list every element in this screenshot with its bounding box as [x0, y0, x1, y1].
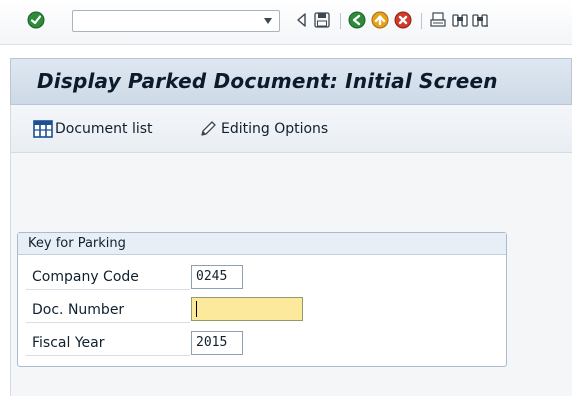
- fiscal-year-field[interactable]: 2015: [191, 331, 243, 355]
- group-title: Key for Parking: [18, 233, 506, 255]
- title-bar: Display Parked Document: Initial Screen: [10, 58, 572, 105]
- doc-number-label: Doc. Number: [26, 299, 190, 323]
- editing-options-label: Editing Options: [221, 121, 329, 137]
- find-next-icon[interactable]: [470, 10, 490, 30]
- sap-window: Display Parked Document: Initial Screen …: [0, 0, 572, 396]
- key-for-parking-group: Key for Parking Company Code 0245 Doc. N…: [17, 232, 507, 367]
- save-icon[interactable]: [312, 10, 332, 30]
- table-icon: [33, 120, 55, 138]
- fiscal-year-label: Fiscal Year: [26, 332, 190, 356]
- exit-icon[interactable]: [370, 10, 390, 30]
- toolbar-separator: [340, 13, 341, 29]
- application-toolbar: Document list Editing Options: [10, 105, 572, 153]
- toolbar-separator: [421, 13, 422, 29]
- back-nav-icon[interactable]: [347, 10, 367, 30]
- enter-icon[interactable]: [26, 10, 46, 30]
- chevron-down-icon[interactable]: [261, 14, 275, 28]
- back-icon[interactable]: [291, 10, 311, 30]
- editing-options-button[interactable]: Editing Options: [199, 119, 328, 139]
- document-list-label: Document list: [55, 121, 153, 137]
- standard-toolbar: [0, 0, 572, 45]
- text-caret: [196, 301, 197, 317]
- document-list-button[interactable]: Document list: [33, 119, 153, 139]
- doc-number-field[interactable]: [191, 297, 303, 321]
- command-field[interactable]: [72, 10, 280, 32]
- cancel-icon[interactable]: [393, 10, 413, 30]
- pencil-icon: [199, 120, 221, 138]
- print-icon[interactable]: [428, 10, 448, 30]
- command-input[interactable]: [75, 12, 255, 32]
- find-icon[interactable]: [450, 10, 470, 30]
- company-code-label: Company Code: [26, 266, 190, 290]
- company-code-field[interactable]: 0245: [191, 265, 243, 289]
- page-title: Display Parked Document: Initial Screen: [37, 69, 498, 93]
